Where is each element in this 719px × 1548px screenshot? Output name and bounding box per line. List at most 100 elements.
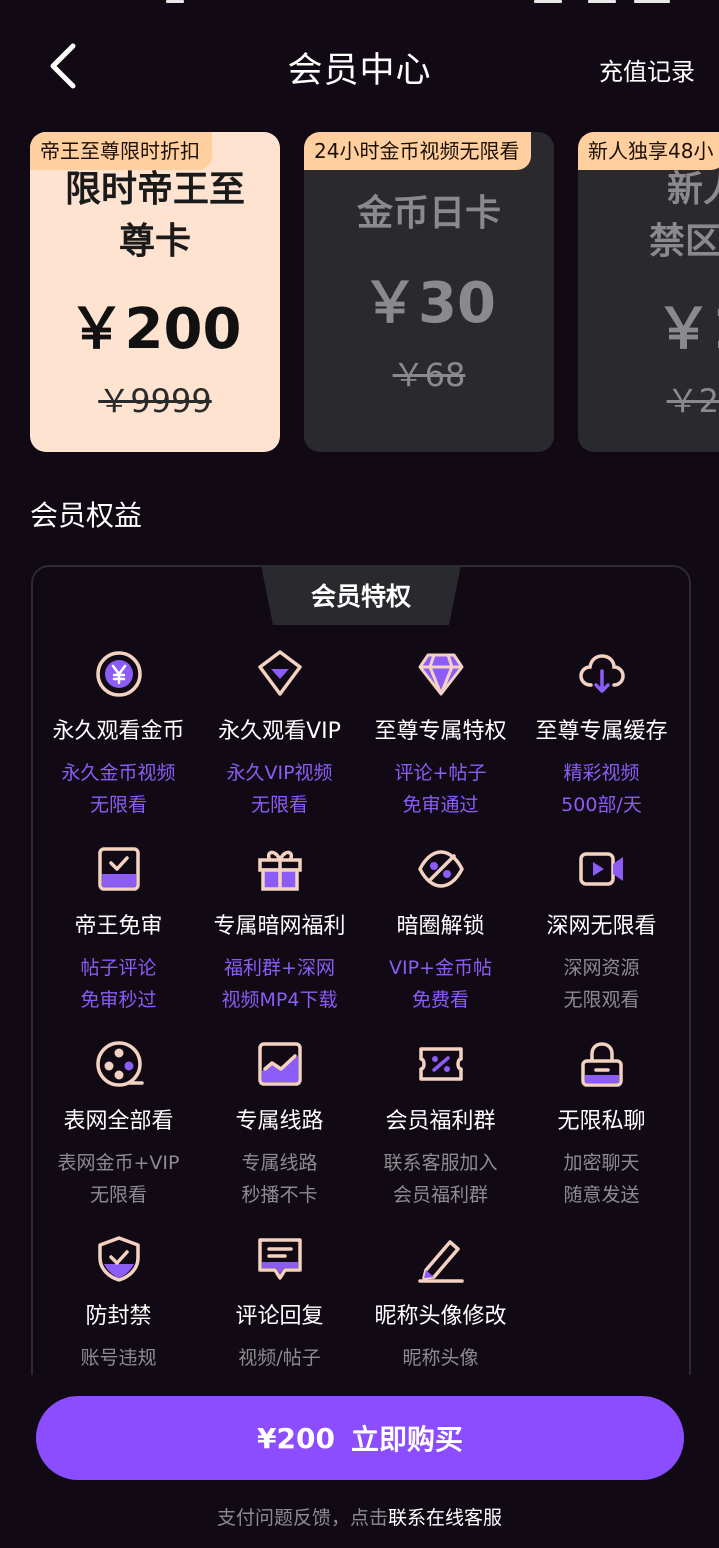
plan-name-line2: 禁区帝 (648, 221, 719, 262)
benefit-desc: VIP+金币帖 免费看 (356, 952, 525, 1016)
pencil-icon (416, 1234, 466, 1284)
back-button[interactable] (32, 36, 92, 96)
yen-coin-icon (94, 649, 144, 699)
header: 会员中心 充值记录 (0, 30, 719, 106)
benefit-desc-line2: 视频MP4下载 (221, 989, 338, 1011)
plan-price: ￥30 (362, 271, 496, 336)
benefit-desc: 精彩视频 500部/天 (517, 757, 686, 821)
benefit-name: 评论回复 (235, 1304, 324, 1329)
benefit-desc-line2: 无限观看 (563, 989, 640, 1011)
benefit-desc-line1: 专属线路 (241, 1152, 318, 1174)
benefit-desc-line1: 精彩视频 (563, 762, 640, 784)
benefit-desc: 福利群+深网 视频MP4下载 (195, 952, 364, 1016)
benefit-desc-line2: 免审通过 (402, 794, 479, 816)
benefit-desc-line1: 昵称头像 (402, 1347, 479, 1369)
benefit-desc-line2: 无限看 (250, 794, 308, 816)
benefit-name: 防封禁 (85, 1304, 152, 1329)
benefit-name: 至尊专属特权 (374, 719, 507, 744)
benefit-item: 深网无限看深网资源无限观看 (521, 844, 682, 1039)
benefit-item: 至尊专属缓存 精彩视频 500部/天 (521, 649, 682, 844)
benefit-desc-line1: VIP+金币帖 (389, 957, 492, 979)
benefit-desc: 表网金币+VIP 无限看 (34, 1147, 203, 1211)
shield-check-icon (94, 1234, 144, 1284)
comment-icon (255, 1234, 305, 1284)
benefit-item: 至尊专属特权 评论+帖子免审通过 (360, 649, 521, 844)
benefit-desc: 深网资源 无限观看 (517, 952, 686, 1016)
benefit-item: 永久观看金币 永久金币视频 无限看 (38, 649, 199, 844)
benefit-item: 专属线路 专属线路 秒播不卡 (199, 1039, 360, 1234)
plan-price: ￥200 (68, 297, 242, 362)
benefit-desc: 永久金币视频 无限看 (34, 757, 203, 821)
benefit-desc-line2: 秒播不卡 (241, 1184, 318, 1206)
benefit-name: 会员福利群 (385, 1109, 496, 1134)
plan-name-line1: 限时帝王至 (64, 169, 245, 210)
film-reel-icon (94, 1039, 144, 1089)
plan-original-price: ￥20 (666, 382, 719, 420)
benefit-name: 表网全部看 (63, 1109, 174, 1134)
vip-diamond-icon (255, 649, 305, 699)
benefit-desc: 加密聊天 随意发送 (517, 1147, 686, 1211)
line-chart-icon (255, 1039, 305, 1089)
benefit-desc-line1: 评论+帖子 (394, 762, 487, 784)
benefit-desc-line1: 视频/帖子 (238, 1347, 321, 1369)
benefit-desc-line2: 无限看 (89, 794, 147, 816)
benefit-name: 无限私聊 (557, 1109, 646, 1134)
benefit-name: 暗圈解锁 (396, 914, 485, 939)
plan-name-line1: 新人 (666, 169, 719, 210)
benefit-item: 专属暗网福利 福利群+深网 视频MP4下载 (199, 844, 360, 1039)
benefit-desc: 视频/帖子 (195, 1342, 364, 1374)
benefit-desc: 专属线路 秒播不卡 (195, 1147, 364, 1211)
box-title: 会员特权 (261, 567, 461, 625)
benefit-desc-line1: 表网金币+VIP (57, 1152, 180, 1174)
chevron-left-icon (50, 43, 76, 89)
plan-original-price: ￥68 (392, 356, 466, 394)
lock-icon (577, 1039, 627, 1089)
buy-button[interactable]: ¥200 立即购买 (36, 1396, 684, 1480)
benefit-desc: 昵称头像 (356, 1342, 525, 1374)
recharge-history-link[interactable]: 充值记录 (599, 52, 695, 87)
benefit-name: 深网无限看 (546, 914, 657, 939)
gem-icon (416, 649, 466, 699)
benefit-desc-line1: 联系客服加入 (383, 1152, 498, 1174)
benefit-item: 永久观看VIP 永久VIP视频 无限看 (199, 649, 360, 844)
benefit-desc-line2: 随意发送 (563, 1184, 640, 1206)
benefit-item: 会员福利群 联系客服加入 会员福利群 (360, 1039, 521, 1234)
benefit-desc: 评论+帖子免审通过 (356, 757, 525, 821)
benefit-desc-line2: 会员福利群 (392, 1184, 488, 1206)
plan-card[interactable]: 24小时金币视频无限看 金币日卡 ￥30 ￥68 (304, 132, 554, 452)
benefit-name: 至尊专属缓存 (535, 719, 668, 744)
buy-label: 立即购买 (350, 1423, 463, 1456)
benefit-desc-line1: 深网资源 (563, 957, 640, 979)
gift-icon (255, 844, 305, 894)
bottom-bar: ¥200 立即购买 支付问题反馈，点击联系在线客服 (0, 1375, 719, 1548)
benefit-name: 昵称头像修改 (374, 1304, 507, 1329)
benefit-item: 帝王免审 帖子评论 免审秒过 (38, 844, 199, 1039)
unlock-eye-icon (416, 844, 466, 894)
benefit-desc-line2: 免费看 (411, 989, 469, 1011)
benefit-name: 永久观看VIP (218, 719, 341, 744)
video-camera-icon (577, 844, 627, 894)
plan-card[interactable]: 新人独享48小 新人 禁区帝 ￥1 ￥20 (578, 132, 719, 452)
benefit-desc-line1: 福利群+深网 (224, 957, 335, 979)
plan-name-line2: 尊卡 (118, 221, 191, 262)
plan-name-line1: 金币日卡 (356, 193, 501, 234)
benefit-desc: 帖子评论 免审秒过 (34, 952, 203, 1016)
benefit-item: 表网全部看表网金币+VIP 无限看 (38, 1039, 199, 1234)
benefit-desc-line1: 加密聊天 (563, 1152, 640, 1174)
buy-price: ¥200 (257, 1421, 335, 1455)
status-bar (0, 0, 719, 8)
plan-card[interactable]: 帝王至尊限时折扣 限时帝王至 尊卡 ￥200 ￥9999 (30, 132, 280, 452)
feedback-text: 支付问题反馈，点击 (216, 1507, 388, 1529)
benefit-desc: 联系客服加入 会员福利群 (356, 1147, 525, 1211)
benefit-desc-line1: 永久金币视频 (61, 762, 176, 784)
contact-support-link[interactable]: 联系在线客服 (388, 1507, 502, 1529)
coupon-icon (416, 1039, 466, 1089)
benefit-name: 永久观看金币 (52, 719, 185, 744)
benefit-desc-line2: 无限看 (89, 1184, 147, 1206)
benefit-desc: 账号违规 (34, 1342, 203, 1374)
check-box-icon (94, 844, 144, 894)
plan-price: ￥1 (655, 297, 719, 362)
benefit-desc-line2: 500部/天 (561, 794, 642, 816)
benefit-item: 暗圈解锁 VIP+金币帖 免费看 (360, 844, 521, 1039)
benefit-name: 专属线路 (235, 1109, 324, 1134)
